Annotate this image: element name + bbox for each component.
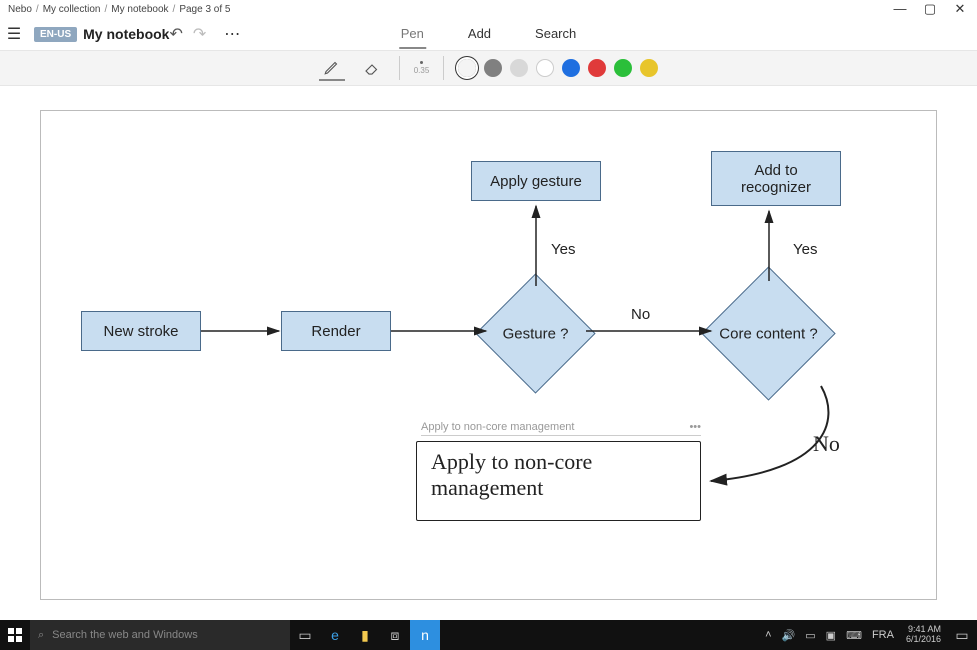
color-swatch-black[interactable] [458,59,476,77]
node-text: Gesture ? [503,325,569,342]
edge-label-yes: Yes [551,241,575,258]
menu-button[interactable]: ☰ [0,24,28,44]
handwriting-text: Apply to non-core management [431,449,592,502]
window-maximize-button[interactable]: ▢ [923,1,937,17]
flow-decision-gesture[interactable]: Gesture ? [493,291,578,376]
recognition-hint[interactable]: Apply to non-core management ••• [421,421,701,436]
toolbar-divider [399,56,400,80]
tray-language[interactable]: FRA [872,629,894,641]
recognition-more-icon[interactable]: ••• [689,421,701,433]
node-text: Add to [754,162,797,179]
thickness-selector[interactable]: 0.35 [414,61,430,75]
pen-tool[interactable] [319,55,345,81]
tray-network-icon[interactable]: ▭ [805,629,815,642]
thickness-dot-icon [420,61,423,64]
canvas-area: New stroke Render Apply gesture Add to r… [0,86,977,608]
window-minimize-button[interactable]: — [893,1,907,17]
start-button[interactable] [0,620,30,650]
color-swatch-red[interactable] [588,59,606,77]
flow-node-render[interactable]: Render [281,311,391,351]
app-header: ☰ EN-US My notebook Pen Add Search ↶ ↷ ⋯ [0,18,977,50]
search-icon: ⌕ [38,629,44,642]
thickness-value: 0.35 [414,66,430,75]
window-close-button[interactable]: ✕ [953,1,967,17]
node-text: Core content ? [719,325,817,342]
color-swatch-yellow[interactable] [640,59,658,77]
windows-icon [8,628,22,642]
windows-taskbar: ⌕ Search the web and Windows ▭ e ▮ ⧈ n ˄… [0,620,977,650]
pen-toolbar: 0.35 [0,50,977,86]
taskbar-search[interactable]: ⌕ Search the web and Windows [30,620,290,650]
edge-label-no: No [631,306,650,323]
search-placeholder: Search the web and Windows [52,629,198,641]
flow-node-add-recognizer[interactable]: Add to recognizer [711,151,841,206]
edge-label-yes: Yes [793,241,817,258]
eraser-tool[interactable] [359,55,385,81]
tab-pen[interactable]: Pen [399,20,426,49]
node-text: recognizer [741,179,811,196]
title-bar: Nebo / My collection / My notebook / Pag… [0,0,977,18]
crumb-app[interactable]: Nebo [4,4,36,15]
crumb-page[interactable]: Page 3 of 5 [175,4,234,15]
tab-search[interactable]: Search [533,20,578,49]
taskbar-app-nebo[interactable]: n [410,620,440,650]
taskbar-clock[interactable]: 9:41 AM 6/1/2016 [900,625,947,645]
task-view-button[interactable]: ▭ [290,620,320,650]
crumb-collection[interactable]: My collection [39,4,105,15]
color-swatch-blue[interactable] [562,59,580,77]
color-swatch-green[interactable] [614,59,632,77]
undo-button[interactable]: ↶ [169,24,182,44]
tray-keyboard-icon[interactable]: ⌨ [846,629,862,642]
mode-tabs: Pen Add Search [399,20,578,49]
color-palette [458,59,658,77]
edge-label-no-handwritten: No [813,431,840,457]
eraser-icon [363,59,381,77]
tab-add[interactable]: Add [466,20,493,49]
flow-node-apply-gesture[interactable]: Apply gesture [471,161,601,201]
color-swatch-gray[interactable] [484,59,502,77]
more-button[interactable]: ⋯ [216,24,250,44]
taskbar-app-store[interactable]: ⧈ [380,620,410,650]
tray-battery-icon[interactable]: ▣ [826,629,836,642]
language-badge[interactable]: EN-US [34,27,77,42]
color-swatch-lightgray[interactable] [510,59,528,77]
redo-button[interactable]: ↷ [193,24,206,44]
action-center-button[interactable]: ▭ [947,620,977,650]
toolbar-divider [443,56,444,80]
clock-date: 6/1/2016 [906,635,941,645]
crumb-notebook[interactable]: My notebook [107,4,172,15]
pen-icon [323,58,341,76]
taskbar-app-explorer[interactable]: ▮ [350,620,380,650]
system-tray: ˄ 🔊 ▭ ▣ ⌨ FRA [759,629,900,642]
tray-up-icon[interactable]: ˄ [765,629,771,641]
tray-volume-icon[interactable]: 🔊 [782,629,796,642]
notebook-title: My notebook [83,26,169,42]
color-swatch-white[interactable] [536,59,554,77]
recognition-text: Apply to non-core management [421,421,574,433]
taskbar-app-edge[interactable]: e [320,620,350,650]
flow-node-new-stroke[interactable]: New stroke [81,311,201,351]
flow-decision-core-content[interactable]: Core content ? [721,286,816,381]
drawing-canvas[interactable]: New stroke Render Apply gesture Add to r… [40,110,937,600]
